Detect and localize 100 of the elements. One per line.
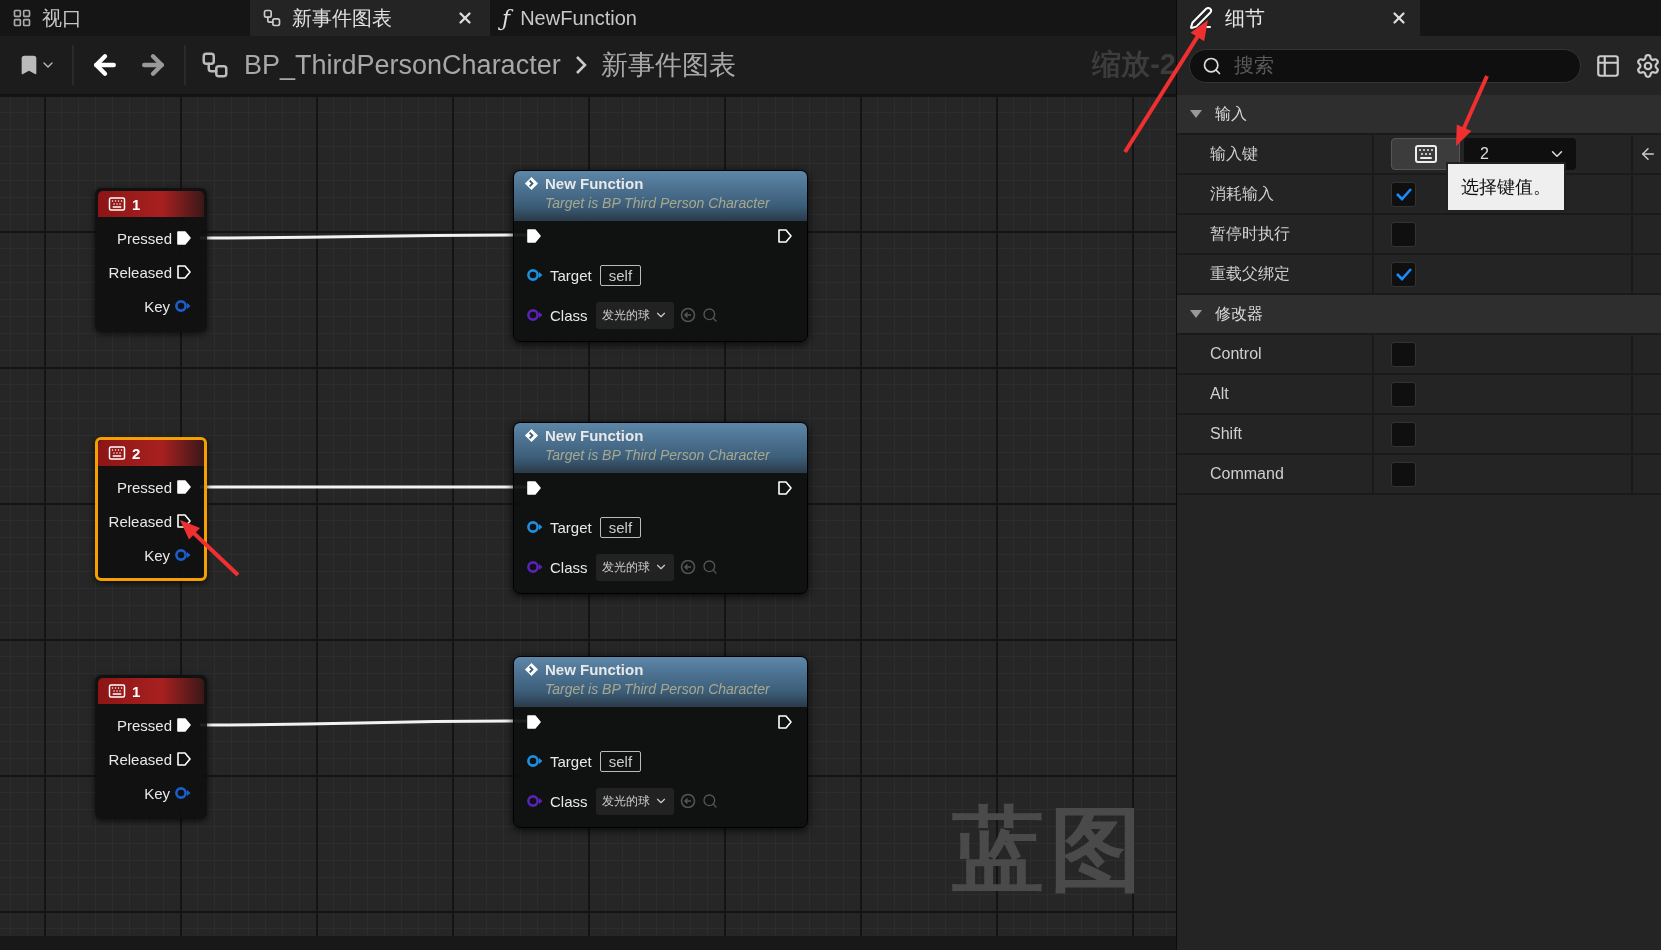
node-title: New Function bbox=[545, 427, 644, 444]
table-icon[interactable] bbox=[1595, 52, 1621, 79]
data-pin-icon[interactable] bbox=[526, 268, 544, 282]
checkbox[interactable] bbox=[1391, 261, 1416, 287]
property-label: Shift bbox=[1210, 425, 1242, 443]
pencil-icon bbox=[1189, 6, 1213, 30]
pin-label: Pressed bbox=[116, 229, 172, 247]
exec-pin-icon[interactable] bbox=[176, 230, 192, 246]
checkbox[interactable] bbox=[1391, 381, 1416, 407]
search-field[interactable]: 搜索 bbox=[1189, 48, 1581, 83]
keyboard-button[interactable] bbox=[1391, 138, 1460, 170]
use-selected-icon[interactable] bbox=[679, 307, 696, 323]
input-event-node[interactable]: 2 Pressed Released Key bbox=[95, 437, 207, 581]
data-pin-icon[interactable] bbox=[526, 754, 544, 768]
exec-in-pin-icon[interactable] bbox=[526, 714, 542, 730]
keyboard-icon bbox=[108, 682, 126, 700]
graph-icon bbox=[262, 8, 282, 28]
pin-label: Key bbox=[144, 297, 170, 315]
node-title: New Function bbox=[545, 661, 644, 678]
use-selected-icon[interactable] bbox=[679, 559, 696, 575]
pin-label: Pressed bbox=[116, 478, 172, 496]
section-header[interactable]: 输入 bbox=[1177, 95, 1661, 135]
target-value[interactable]: self bbox=[599, 264, 642, 286]
scrollbar-track[interactable] bbox=[0, 936, 1176, 950]
exec-pin-icon[interactable] bbox=[176, 751, 192, 767]
exec-pin-icon[interactable] bbox=[176, 717, 192, 733]
function-call-icon bbox=[524, 176, 539, 191]
pin-label: Key bbox=[144, 784, 170, 802]
input-event-node[interactable]: 1 Pressed Released Key bbox=[95, 188, 207, 332]
checkmark-icon bbox=[1394, 186, 1413, 202]
property-label: 消耗输入 bbox=[1210, 183, 1274, 204]
close-icon[interactable] bbox=[1390, 9, 1408, 27]
chevron-icon bbox=[574, 55, 587, 75]
reset-icon[interactable] bbox=[1639, 145, 1657, 163]
node-title: 1 bbox=[132, 195, 141, 213]
class-dropdown[interactable]: 发光的球 bbox=[595, 787, 674, 815]
input-event-node[interactable]: 1 Pressed Released Key bbox=[95, 675, 207, 819]
target-value[interactable]: self bbox=[599, 516, 642, 538]
data-pin-icon[interactable] bbox=[174, 786, 192, 800]
checkbox[interactable] bbox=[1391, 421, 1416, 447]
checkbox[interactable] bbox=[1391, 181, 1416, 207]
graph-icon bbox=[200, 50, 230, 80]
exec-in-pin-icon[interactable] bbox=[526, 480, 542, 496]
data-pin-icon[interactable] bbox=[526, 520, 544, 534]
tab-label: 细节 bbox=[1225, 5, 1266, 31]
checkbox[interactable] bbox=[1391, 461, 1416, 487]
section-header[interactable]: 修改器 bbox=[1177, 295, 1661, 335]
function-call-icon bbox=[524, 428, 539, 443]
pin-label: Class bbox=[550, 306, 588, 324]
search-input[interactable]: 搜索 bbox=[1232, 53, 1568, 78]
exec-pin-icon[interactable] bbox=[176, 513, 192, 529]
class-dropdown[interactable]: 发光的球 bbox=[595, 301, 674, 329]
function-node[interactable]: New Function Target is BP Third Person Character Target self Class 发光的球 bbox=[513, 170, 808, 342]
exec-pin-icon[interactable] bbox=[176, 479, 192, 495]
property-label: Alt bbox=[1210, 385, 1229, 403]
exec-out-pin-icon[interactable] bbox=[777, 228, 793, 244]
tab-label: 视口 bbox=[42, 5, 83, 31]
checkmark-icon bbox=[1394, 266, 1413, 282]
checkbox[interactable] bbox=[1391, 221, 1416, 247]
exec-out-pin-icon[interactable] bbox=[777, 714, 793, 730]
search-icon[interactable] bbox=[701, 793, 718, 809]
function-node[interactable]: New Function Target is BP Third Person Character Target self Class 发光的球 bbox=[513, 422, 808, 594]
pin-label: Released bbox=[108, 512, 172, 530]
editor-tab[interactable]: 视口 bbox=[0, 0, 250, 36]
editor-tab[interactable]: ƒ NewFunction bbox=[490, 0, 740, 36]
property-label: 重载父绑定 bbox=[1210, 263, 1290, 284]
search-icon[interactable] bbox=[701, 559, 718, 575]
keyboard-icon bbox=[108, 444, 126, 462]
exec-in-pin-icon[interactable] bbox=[526, 228, 542, 244]
exec-pin-icon[interactable] bbox=[176, 264, 192, 280]
viewport-icon bbox=[12, 8, 32, 28]
target-value[interactable]: self bbox=[599, 750, 642, 772]
tab-label: NewFunction bbox=[520, 6, 638, 30]
keyboard-icon bbox=[1413, 142, 1438, 166]
breadcrumb-link[interactable]: BP_ThirdPersonCharacter bbox=[244, 49, 561, 81]
use-selected-icon[interactable] bbox=[679, 793, 696, 809]
data-pin-icon[interactable] bbox=[174, 299, 192, 313]
node-subtitle: Target is BP Third Person Character bbox=[544, 681, 771, 697]
node-subtitle: Target is BP Third Person Character bbox=[544, 195, 771, 211]
property-label: Control bbox=[1210, 345, 1262, 363]
search-icon[interactable] bbox=[701, 307, 718, 323]
pin-label: Released bbox=[108, 750, 172, 768]
pin-label: Target bbox=[550, 266, 592, 284]
search-icon bbox=[1202, 55, 1222, 76]
settings-icon[interactable] bbox=[1635, 52, 1661, 79]
pin-label: Class bbox=[550, 558, 588, 576]
pin-label: Target bbox=[550, 518, 592, 536]
node-title: 2 bbox=[132, 444, 141, 462]
annotation-arrow bbox=[180, 520, 240, 577]
details-tab[interactable]: 细节 bbox=[1177, 0, 1420, 36]
editor-tab[interactable]: 新事件图表 bbox=[250, 0, 490, 36]
close-icon[interactable] bbox=[456, 9, 474, 27]
pin-label: Key bbox=[144, 546, 170, 564]
node-title: New Function bbox=[545, 175, 644, 192]
node-subtitle: Target is BP Third Person Character bbox=[544, 447, 771, 463]
exec-out-pin-icon[interactable] bbox=[777, 480, 793, 496]
class-dropdown[interactable]: 发光的球 bbox=[595, 553, 674, 581]
checkbox[interactable] bbox=[1391, 341, 1416, 367]
function-node[interactable]: New Function Target is BP Third Person Character Target self Class 发光的球 bbox=[513, 656, 808, 828]
data-pin-icon[interactable] bbox=[174, 548, 192, 562]
